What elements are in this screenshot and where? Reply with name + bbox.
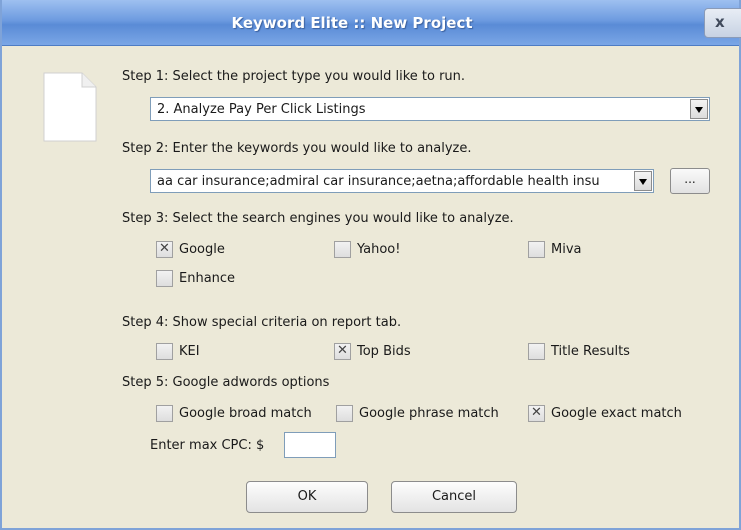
checkbox-label: Top Bids: [357, 344, 411, 359]
cancel-button[interactable]: Cancel: [391, 481, 517, 513]
step3-label: Step 3: Select the search engines you wo…: [122, 211, 514, 226]
checkbox-box: [528, 241, 545, 258]
keywords-dropdown-button[interactable]: [634, 171, 652, 191]
checkbox-label: Google broad match: [179, 406, 312, 421]
checkbox-box: [528, 343, 545, 360]
dialog-window: Keyword Elite :: New Project x Step 1: S…: [0, 0, 741, 530]
step4-label: Step 4: Show special criteria on report …: [122, 315, 402, 330]
checkbox-box-checked: [334, 343, 351, 360]
project-type-select[interactable]: 2. Analyze Pay Per Click Listings: [150, 97, 710, 121]
checkbox-label: Google exact match: [551, 406, 682, 421]
checkbox-yahoo[interactable]: Yahoo!: [334, 241, 400, 258]
chevron-down-icon: [695, 107, 703, 113]
checkbox-title-results[interactable]: Title Results: [528, 343, 630, 360]
checkbox-label: Enhance: [179, 271, 236, 286]
ok-button[interactable]: OK: [246, 481, 368, 513]
keywords-combo[interactable]: aa car insurance;admiral car insurance;a…: [150, 169, 654, 193]
project-type-value: 2. Analyze Pay Per Click Listings: [157, 102, 366, 117]
checkbox-box-checked: [156, 241, 173, 258]
checkbox-label: Yahoo!: [357, 242, 401, 257]
checkbox-label: Google: [179, 242, 225, 257]
dialog-content: Step 1: Select the project type you woul…: [2, 47, 739, 528]
checkbox-box: [156, 270, 173, 287]
max-cpc-label: Enter max CPC: $: [150, 438, 265, 453]
checkbox-miva[interactable]: Miva: [528, 241, 582, 258]
document-icon: [43, 72, 97, 142]
window-title: Keyword Elite :: New Project: [231, 14, 473, 32]
checkbox-enhance[interactable]: Enhance: [156, 270, 235, 287]
checkbox-top-bids[interactable]: Top Bids: [334, 343, 411, 360]
step5-label: Step 5: Google adwords options: [122, 375, 330, 390]
step2-label: Step 2: Enter the keywords you would lik…: [122, 141, 472, 156]
checkbox-box: [156, 405, 173, 422]
checkbox-box: [334, 241, 351, 258]
title-bar[interactable]: Keyword Elite :: New Project x: [2, 0, 741, 46]
checkbox-google-phrase-match[interactable]: Google phrase match: [336, 405, 499, 422]
checkbox-box: [156, 343, 173, 360]
close-button[interactable]: x: [704, 8, 741, 38]
checkbox-google-broad-match[interactable]: Google broad match: [156, 405, 312, 422]
browse-keywords-button[interactable]: ...: [670, 168, 710, 194]
max-cpc-input[interactable]: [284, 432, 336, 458]
checkbox-label: Miva: [551, 242, 582, 257]
chevron-down-icon: [639, 179, 647, 185]
checkbox-kei[interactable]: KEI: [156, 343, 200, 360]
checkbox-google[interactable]: Google: [156, 241, 225, 258]
checkbox-label: Google phrase match: [359, 406, 499, 421]
checkbox-box: [336, 405, 353, 422]
close-icon: x: [715, 13, 725, 31]
checkbox-google-exact-match[interactable]: Google exact match: [528, 405, 682, 422]
checkbox-label: KEI: [179, 344, 200, 359]
step1-label: Step 1: Select the project type you woul…: [122, 69, 466, 84]
checkbox-label: Title Results: [551, 344, 630, 359]
keywords-value: aa car insurance;admiral car insurance;a…: [157, 174, 600, 189]
checkbox-box-checked: [528, 405, 545, 422]
project-type-dropdown-button[interactable]: [690, 99, 708, 119]
